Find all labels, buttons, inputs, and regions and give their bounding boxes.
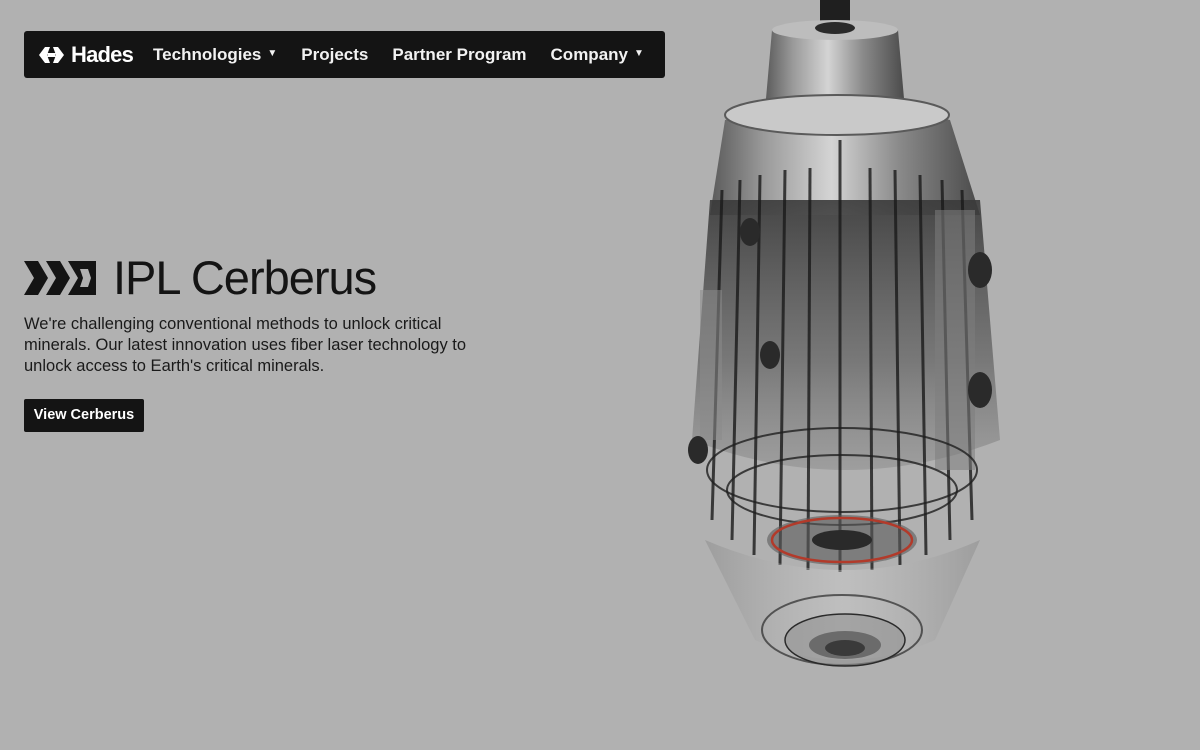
cerberus-device-image [688,0,1000,667]
nav-item-technologies[interactable]: Technologies ▼ [153,45,277,65]
nav-item-projects[interactable]: Projects [301,45,368,65]
page: Hades Technologies ▼ Projects Partner Pr… [0,0,1200,750]
nav-item-label: Partner Program [392,44,527,64]
hero-section: IPL Cerberus We're challenging conventio… [24,252,544,432]
view-cerberus-button[interactable]: View Cerberus [24,399,144,432]
nav-item-label: Technologies [153,44,262,64]
nav-item-label: Company [550,44,628,64]
nav-item-label: Projects [301,44,369,64]
caret-down-icon: ▼ [634,48,644,59]
page-title: IPL Cerberus [113,251,377,304]
brand-name: Hades [71,41,134,67]
top-navbar: Hades Technologies ▼ Projects Partner Pr… [24,31,665,78]
cerberus-mark-icon [24,261,96,295]
brand-link[interactable]: Hades [38,41,134,68]
hero-title-row: IPL Cerberus [24,252,544,304]
nav-item-partner-program[interactable]: Partner Program [392,45,526,65]
caret-down-icon: ▼ [267,48,278,59]
hero-description: We're challenging conventional methods t… [24,315,467,375]
hades-logo-icon [39,46,64,63]
nav-item-company[interactable]: Company ▼ [551,45,644,65]
